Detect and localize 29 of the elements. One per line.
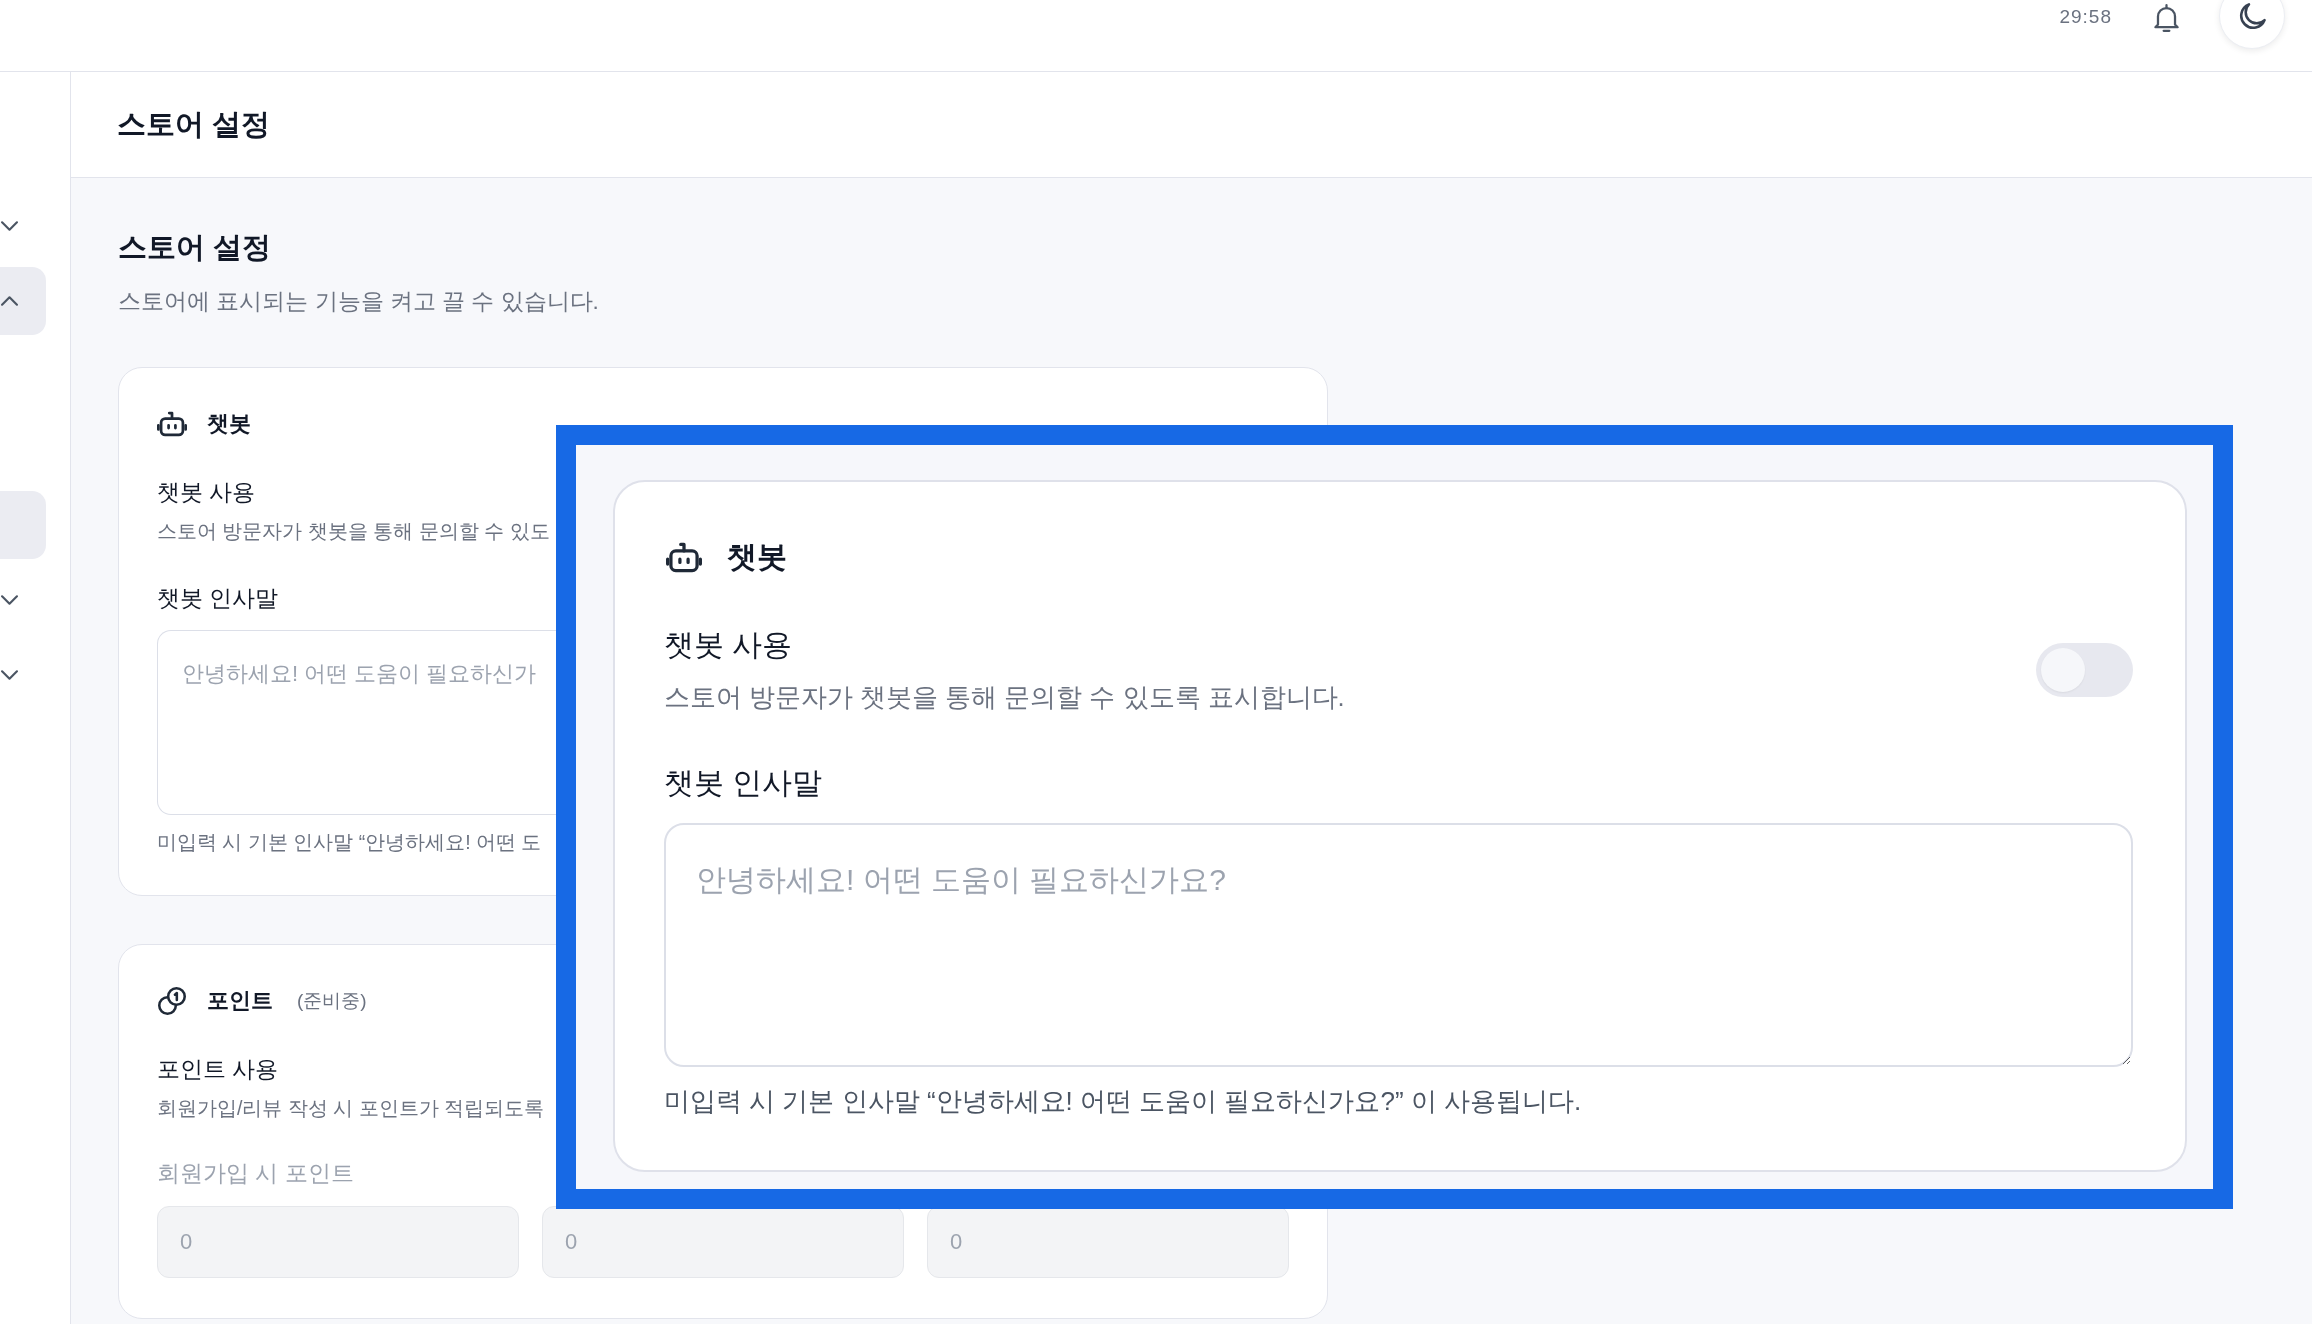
- greeting-textarea[interactable]: 안녕하세요! 어떤 도움이 필요하신가요?: [664, 823, 2133, 1067]
- status-text: (준비중): [297, 989, 367, 1013]
- section-title: 스토어 설정: [118, 230, 272, 265]
- sidebar-item[interactable]: [0, 267, 46, 335]
- setting-label: 포인트 사용: [157, 1055, 279, 1084]
- help-text: 미입력 시 기본 인사말 “안녕하세요! 어떤 도: [157, 830, 542, 855]
- toggle-switch[interactable]: [2036, 642, 2133, 697]
- card-title: 포인트: [207, 987, 273, 1015]
- page-title: 스토어 설정: [117, 107, 271, 142]
- setting-label: 챗봇 사용: [664, 627, 793, 663]
- theme-toggle-button[interactable]: [2219, 0, 2285, 49]
- setting-description: 회원가입/리뷰 작성 시 포인트가 적립되도록: [157, 1096, 545, 1121]
- card-title: 챗봇: [207, 410, 251, 438]
- setting-label: 챗봇 인사말: [157, 584, 279, 613]
- help-text: 미입력 시 기본 인사말 “안녕하세요! 어떤 도움이 필요하신가요?” 이 사용됩니다.: [664, 1085, 1582, 1118]
- section-description: 스토어에 표시되는 기능을 켜고 끌 수 있습니다.: [118, 288, 599, 316]
- robot-icon: [666, 541, 702, 573]
- moon-icon: [2238, 2, 2266, 30]
- setting-description: 스토어 방문자가 챗봇을 통해 문의할 수 있도록 표시합니다.: [664, 682, 1345, 713]
- robot-icon: [157, 410, 187, 438]
- setting-label: 챗봇 인사말: [664, 765, 823, 801]
- coins-icon: [157, 987, 187, 1015]
- card-title: 챗봇: [727, 539, 787, 575]
- greeting-textarea[interactable]: 안녕하세요! 어떤 도움이 필요하신가: [157, 630, 557, 815]
- bell-icon[interactable]: [2154, 4, 2179, 32]
- setting-label: 챗봇 사용: [157, 478, 256, 507]
- field-label: 회원가입 시 포인트: [157, 1160, 354, 1188]
- timer-text: 29:58: [2059, 5, 2112, 29]
- setting-description: 스토어 방문자가 챗봇을 통해 문의할 수 있도: [157, 519, 550, 544]
